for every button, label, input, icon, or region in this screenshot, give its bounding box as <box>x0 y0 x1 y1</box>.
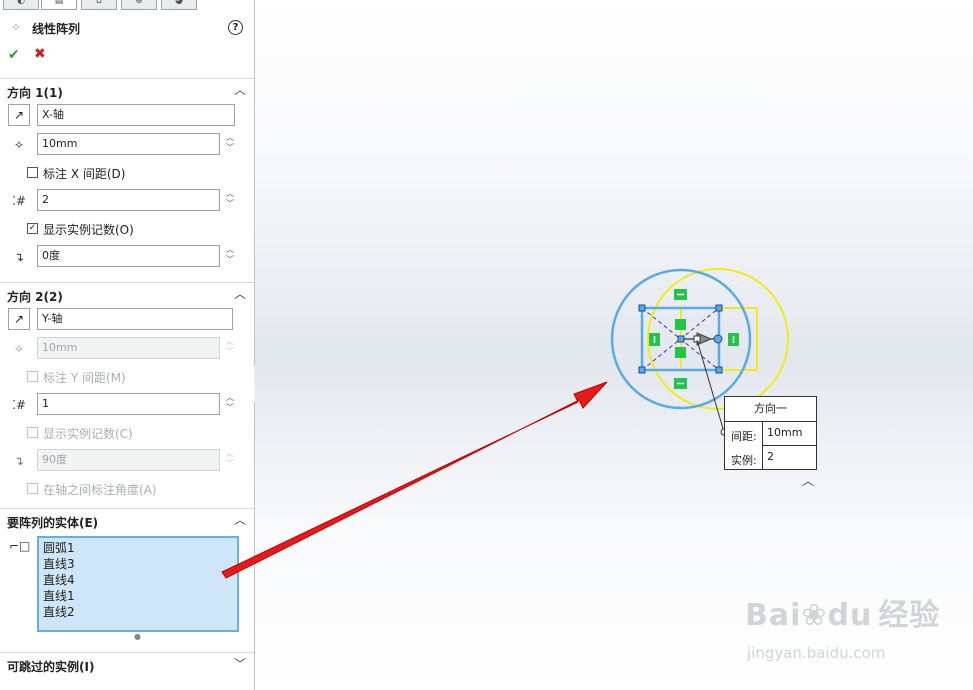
coincident-relation-icon <box>675 347 686 358</box>
watermark-brand-suffix: du <box>827 598 873 633</box>
corner-point <box>638 304 646 312</box>
callout-spacing-label: 间距: <box>731 430 757 443</box>
callout-count-value[interactable]: 2 <box>762 446 816 469</box>
coincident-relation-icon <box>675 319 686 330</box>
direction-drag-handle <box>713 334 723 344</box>
center-point <box>677 335 685 343</box>
watermark-brand-cn: 经验 <box>878 598 941 633</box>
corner-point <box>638 366 646 374</box>
callout-title: 方向一 <box>725 397 816 422</box>
watermark-brand: Bai <box>745 598 802 633</box>
red-arrow-annotation <box>221 381 608 579</box>
corner-point <box>715 366 723 374</box>
callout-count-label: 实例: <box>731 454 757 467</box>
direction-callout[interactable]: 方向一 间距: 10mm 实例: 2 <box>724 396 817 470</box>
watermark-url: jingyan.baidu.com <box>747 644 886 662</box>
sketch-canvas <box>221 268 789 579</box>
callout-spacing-value[interactable]: 10mm <box>762 421 816 446</box>
baidu-watermark: Bai❀du 经验 jingyan.baidu.com <box>745 590 941 662</box>
paw-logo-icon: ❀ <box>801 598 828 633</box>
callout-collapse-chevron-icon[interactable]: ︿ <box>802 472 814 489</box>
corner-point <box>715 304 723 312</box>
